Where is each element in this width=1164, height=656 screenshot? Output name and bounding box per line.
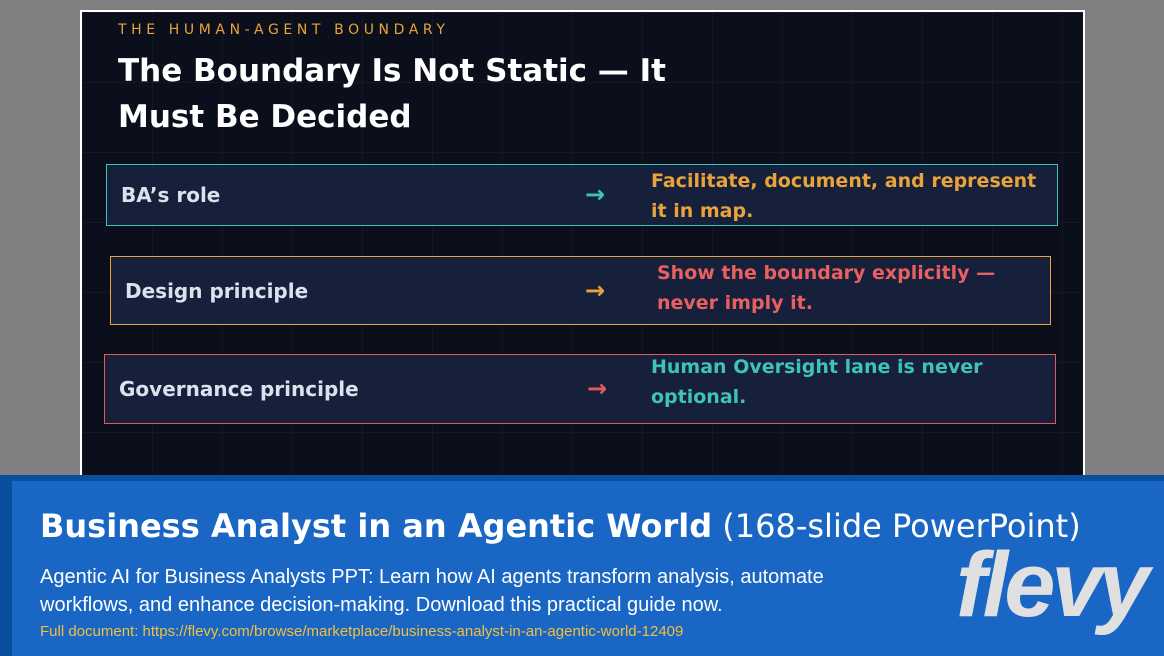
flevy-logo[interactable]: flevy <box>956 535 1156 635</box>
arrow-right-icon: → <box>587 374 608 403</box>
document-link[interactable]: Full document: https://flevy.com/browse/… <box>40 623 683 640</box>
row-value: Facilitate, document, and represent it i… <box>651 170 1037 222</box>
banner-title: Business Analyst in an Agentic World (16… <box>40 507 1081 545</box>
banner-description: Agentic AI for Business Analysts PPT: Le… <box>40 566 824 616</box>
slide: THE HUMAN-AGENT BOUNDARY The Boundary Is… <box>80 10 1085 480</box>
slide-title: The Boundary Is Not Static — It Must Be … <box>118 53 666 135</box>
row-label: Design principle <box>125 278 309 303</box>
row-label: Governance principle <box>119 377 359 401</box>
slide-eyebrow: THE HUMAN-AGENT BOUNDARY <box>118 22 450 38</box>
row-value: Show the boundary explicitly — never imp… <box>657 262 996 314</box>
row-ba-role: BA’s role → Facilitate, document, and re… <box>106 164 1058 226</box>
row-value: Human Oversight lane is never optional. <box>651 356 983 408</box>
row-label: BA’s role <box>121 183 221 207</box>
banner-title-bold: Business Analyst in an Agentic World <box>40 507 713 545</box>
row-design-principle: Design principle → Show the boundary exp… <box>110 256 1051 325</box>
promo-banner: Business Analyst in an Agentic World (16… <box>0 475 1164 656</box>
promo-banner-panel: Business Analyst in an Agentic World (16… <box>12 481 1164 656</box>
arrow-right-icon: → <box>585 180 606 209</box>
row-governance-principle: Governance principle → Human Oversight l… <box>104 354 1056 424</box>
arrow-right-icon: → <box>585 275 606 304</box>
